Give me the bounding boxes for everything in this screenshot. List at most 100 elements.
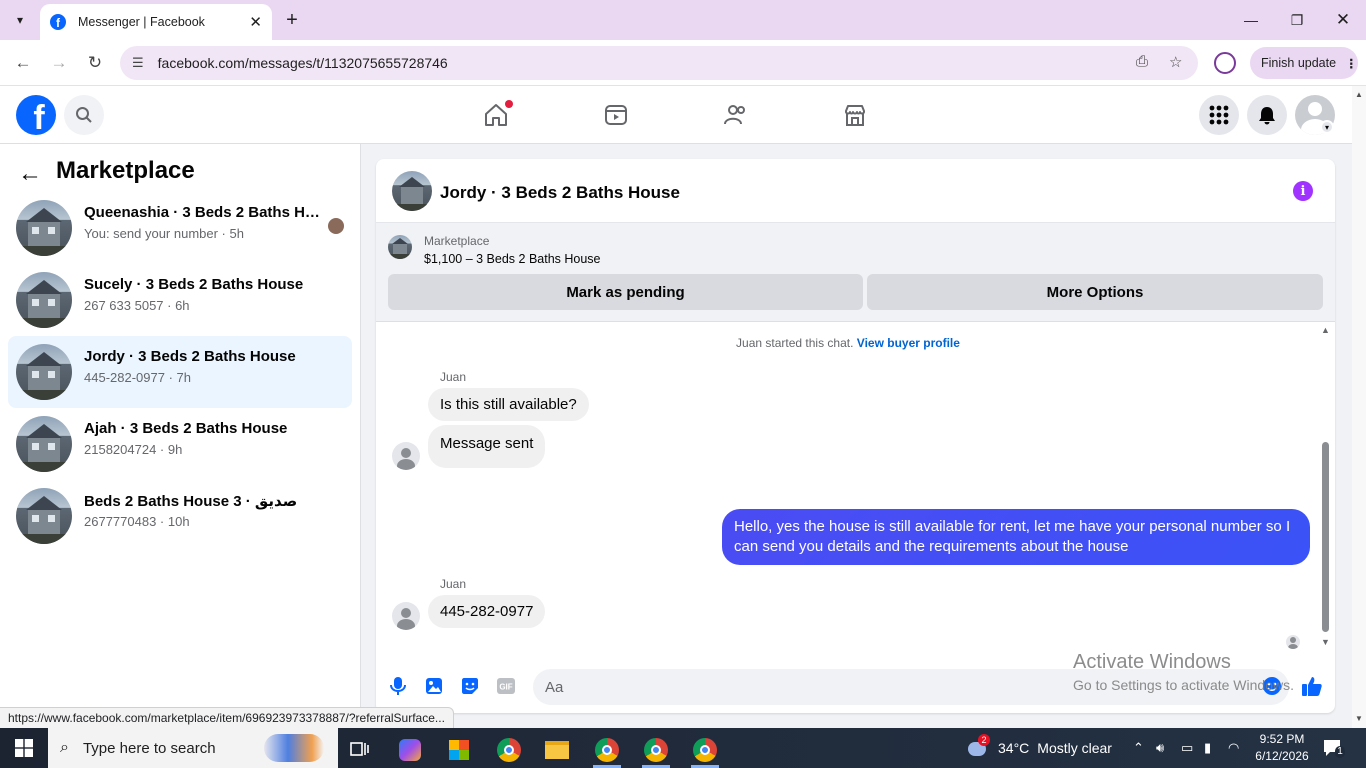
task-view-icon: [350, 742, 369, 756]
browser-tab[interactable]: f Messenger | Facebook ✕: [40, 4, 272, 40]
install-app-icon[interactable]: ⎙: [1136, 53, 1148, 70]
gif-icon: GIF: [497, 678, 515, 694]
browser-profile-icon[interactable]: [1214, 52, 1236, 74]
outgoing-message[interactable]: Hello, yes the house is still available …: [722, 509, 1310, 565]
taskbar-search[interactable]: ⌕ Type here to search: [48, 728, 338, 768]
sender-avatar[interactable]: [392, 442, 420, 470]
page-scroll-down-icon[interactable]: ▼: [1355, 714, 1363, 723]
chrome-profile-app[interactable]: [585, 732, 629, 768]
notifications-button[interactable]: [1247, 95, 1287, 135]
copilot-icon: [399, 739, 421, 761]
tab-search-dropdown[interactable]: ▾: [6, 8, 34, 32]
sticker-button[interactable]: [459, 675, 481, 697]
chrome-profile-app[interactable]: [634, 732, 678, 768]
conversation-item-active[interactable]: Jordy · 3 Beds 2 Baths House 445-282-097…: [8, 336, 352, 408]
marketplace-nav-button[interactable]: [840, 100, 870, 130]
voice-clip-button[interactable]: [387, 675, 409, 697]
listing-title[interactable]: $1,100 – 3 Beds 2 Baths House: [424, 252, 601, 266]
clock-time: 9:52 PM: [1259, 732, 1305, 746]
task-view-button[interactable]: [338, 732, 382, 768]
conversation-item[interactable]: Sucely · 3 Beds 2 Baths House 267 633 50…: [8, 264, 352, 336]
weather-widget[interactable]: 2 34°C Mostly clear: [964, 728, 1112, 768]
sender-avatar[interactable]: [392, 602, 420, 630]
file-explorer-app[interactable]: [535, 732, 579, 768]
incoming-message[interactable]: Is this still available?: [428, 388, 589, 421]
folder-icon: [545, 741, 569, 759]
facebook-logo-icon[interactable]: f: [16, 95, 56, 135]
sender-name: Juan: [440, 370, 467, 384]
system-message: Juan started this chat.: [736, 336, 854, 350]
clock-date: 6/12/2026: [1255, 749, 1309, 763]
conversation-item[interactable]: Queenashia · 3 Beds 2 Baths Ho... You: s…: [8, 192, 352, 264]
copilot-app[interactable]: [388, 732, 432, 768]
start-button[interactable]: [0, 728, 48, 768]
search-icon: ⌕: [60, 739, 69, 756]
conversation-preview: You: send your number · 5h: [84, 226, 244, 241]
listing-thumbnail: [16, 416, 72, 472]
search-button[interactable]: [64, 95, 104, 135]
meet-now-icon[interactable]: ▭: [1181, 728, 1193, 768]
info-icon[interactable]: i: [1293, 181, 1313, 201]
friends-icon: [724, 105, 745, 125]
omnibox[interactable]: ☰ facebook.com/messages/t/11320756557287…: [120, 46, 1198, 80]
back-arrow-icon[interactable]: ←: [18, 160, 42, 188]
chevron-down-icon[interactable]: ▾: [1320, 120, 1334, 134]
close-window-button[interactable]: ✕: [1320, 0, 1366, 40]
watermark-line2: Go to Settings to activate Windows.: [1073, 677, 1294, 693]
conversation-name: صديق · 3 Beds 2 Baths House: [84, 493, 298, 510]
conversation-sidebar: ← Marketplace Queenashia · 3 Beds 2 Bath…: [0, 144, 361, 728]
finish-update-button[interactable]: Finish update ⋮: [1250, 47, 1358, 79]
more-options-button[interactable]: More Options: [867, 274, 1323, 310]
bookmark-star-icon[interactable]: ☆: [1169, 53, 1182, 71]
listing-mini-thumbnail: [388, 235, 412, 259]
attach-media-button[interactable]: [423, 675, 445, 697]
scroll-up-icon[interactable]: ▲: [1321, 325, 1330, 335]
store-app[interactable]: [437, 732, 481, 768]
sender-name: Juan: [440, 577, 467, 591]
page-scroll-up-icon[interactable]: ▲: [1355, 90, 1363, 99]
grid-menu-icon: [1209, 105, 1229, 125]
gif-button[interactable]: GIF: [495, 675, 517, 697]
scroll-down-icon[interactable]: ▼: [1321, 637, 1330, 647]
conversation-item[interactable]: صديق · 3 Beds 2 Baths House 2677770483 ·…: [8, 480, 352, 552]
menu-button[interactable]: [1199, 95, 1239, 135]
minimize-button[interactable]: —: [1228, 0, 1274, 40]
conversation-item[interactable]: Ajah · 3 Beds 2 Baths House 2158204724 ·…: [8, 408, 352, 480]
chat-scrollbar-thumb[interactable]: [1322, 442, 1329, 632]
finish-update-label: Finish update: [1261, 56, 1337, 70]
mark-as-pending-button[interactable]: Mark as pending: [388, 274, 863, 310]
volume-icon[interactable]: 🔊︎: [1156, 728, 1164, 768]
conversation-preview: 445-282-0977 · 7h: [84, 370, 191, 385]
bell-icon: [1259, 107, 1275, 125]
video-nav-button[interactable]: [601, 100, 631, 130]
search-highlight-icon: [264, 734, 324, 762]
new-tab-button[interactable]: +: [280, 8, 304, 32]
page-scrollbar[interactable]: ▲ ▼: [1352, 86, 1366, 728]
chrome-profile-app[interactable]: [683, 732, 727, 768]
site-settings-icon[interactable]: ☰: [132, 55, 144, 71]
chat-thumbnail[interactable]: [392, 171, 432, 211]
incoming-message[interactable]: 445-282-0977: [428, 595, 546, 628]
show-hidden-icons[interactable]: ⌃: [1133, 728, 1144, 768]
taskbar-clock[interactable]: 9:52 PM 6/12/2026: [1254, 731, 1310, 765]
weather-temp: 34°C: [998, 740, 1030, 756]
listing-thumbnail: [16, 344, 72, 400]
url-text[interactable]: facebook.com/messages/t/1132075655728746: [158, 55, 448, 71]
image-icon: [426, 678, 442, 694]
incoming-message[interactable]: Message sent: [428, 425, 546, 468]
watermark-line1: Activate Windows: [1073, 651, 1231, 673]
chat-title[interactable]: Jordy · 3 Beds 2 Baths House: [440, 183, 680, 203]
chrome-app[interactable]: [487, 732, 531, 768]
restore-button[interactable]: ❐: [1274, 0, 1320, 40]
notification-center-button[interactable]: 1: [1322, 738, 1345, 758]
view-buyer-profile-link[interactable]: View buyer profile: [857, 336, 960, 350]
reload-button[interactable]: ↻: [80, 48, 110, 78]
back-button[interactable]: ←: [8, 48, 38, 78]
conversation-preview: 2677770483 · 10h: [84, 514, 190, 529]
wifi-icon[interactable]: ◠: [1228, 728, 1239, 768]
battery-icon[interactable]: ▮: [1204, 728, 1211, 768]
search-icon: [76, 107, 92, 123]
tab-close-icon[interactable]: ✕: [249, 13, 262, 31]
friends-nav-button[interactable]: [720, 100, 750, 130]
forward-button[interactable]: →: [44, 48, 74, 78]
